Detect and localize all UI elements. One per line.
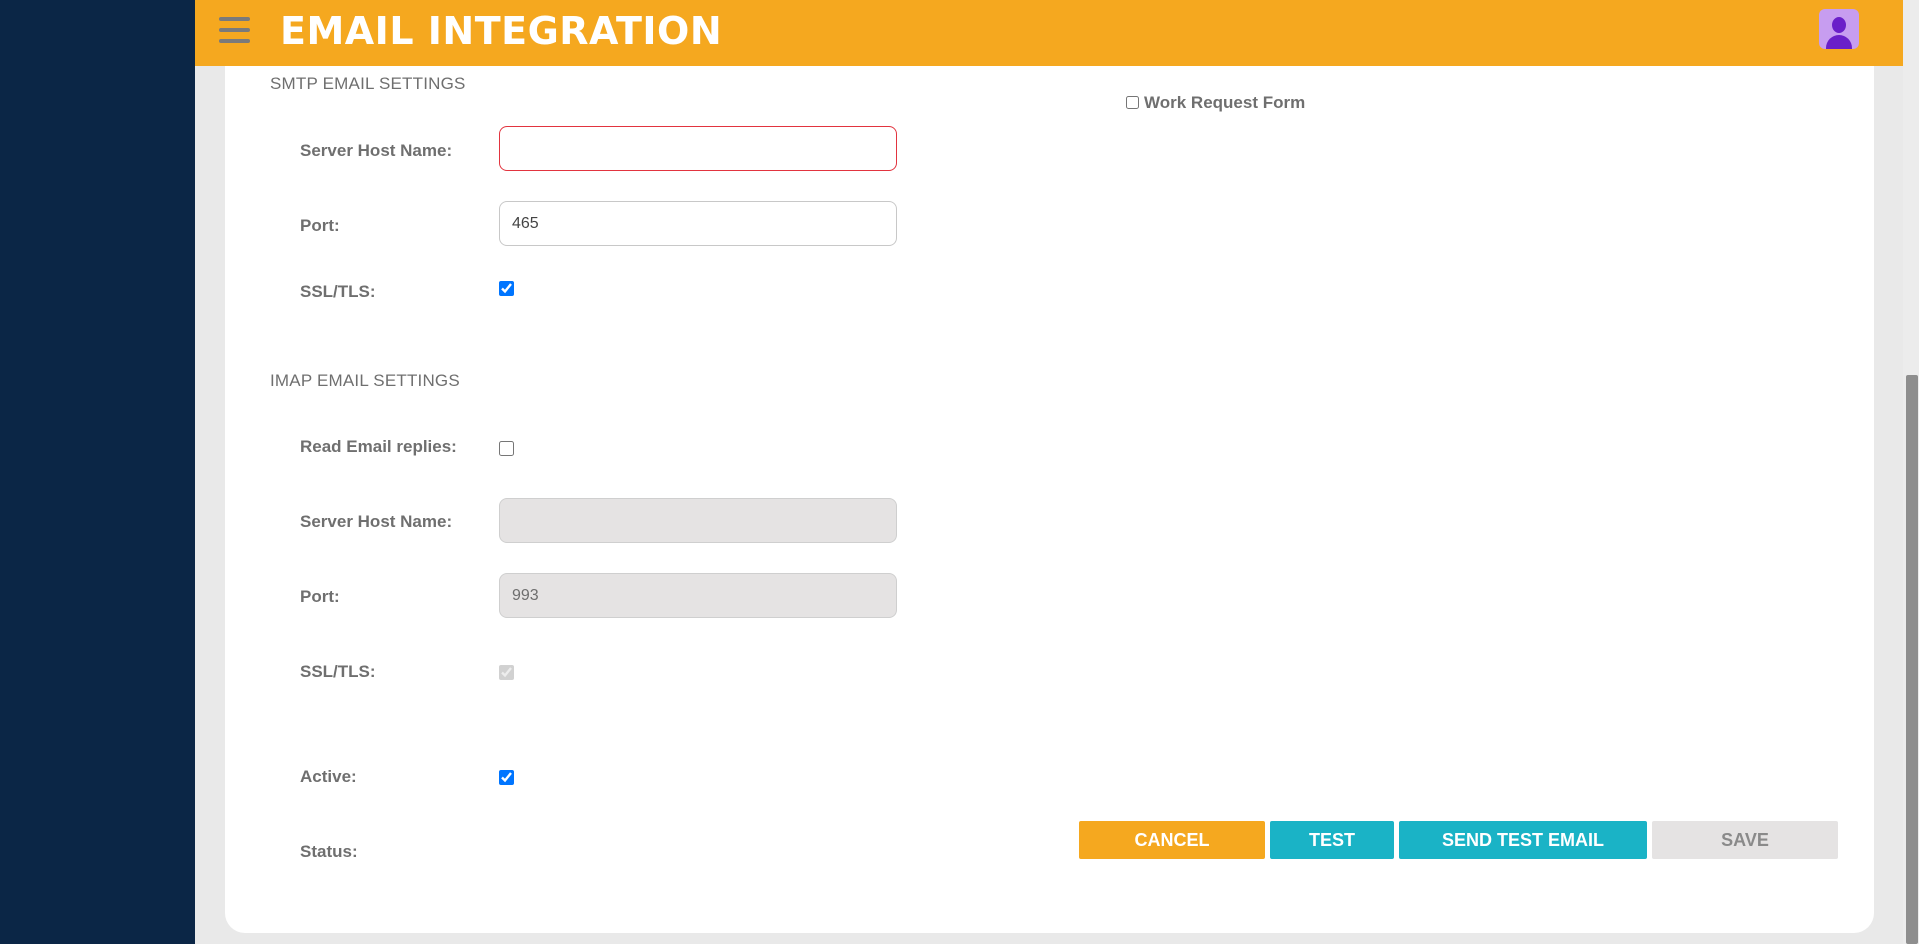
imap-ssl-checkbox[interactable] (499, 665, 514, 680)
send-test-email-button[interactable]: SEND TEST EMAIL (1399, 821, 1647, 859)
sidebar (0, 0, 195, 944)
work-request-form-label: Work Request Form (1144, 93, 1306, 112)
page-title: EMAIL INTEGRATION (280, 9, 723, 53)
smtp-ssl-checkbox[interactable] (499, 281, 514, 296)
smtp-ssl-label: SSL/TLS: (300, 282, 376, 301)
smtp-host-input[interactable] (499, 126, 897, 171)
settings-card (225, 66, 1874, 933)
menu-icon[interactable] (219, 17, 250, 45)
test-button[interactable]: TEST (1270, 821, 1394, 859)
user-avatar-icon[interactable] (1819, 9, 1859, 49)
imap-read-replies-label: Read Email replies: (300, 437, 457, 456)
smtp-host-label: Server Host Name: (300, 141, 453, 160)
active-label: Active: (300, 767, 357, 786)
smtp-section-title: SMTP EMAIL SETTINGS (270, 74, 466, 93)
smtp-port-label: Port: (300, 216, 340, 235)
top-bar: EMAIL INTEGRATION (195, 0, 1903, 66)
imap-port-input[interactable] (499, 573, 897, 618)
cancel-button[interactable]: CANCEL (1079, 821, 1265, 859)
active-checkbox[interactable] (499, 770, 514, 785)
scrollbar-thumb[interactable] (1906, 375, 1918, 944)
status-label: Status: (300, 842, 358, 861)
imap-ssl-label: SSL/TLS: (300, 662, 376, 681)
imap-read-replies-checkbox[interactable] (499, 441, 514, 456)
imap-section-title: IMAP EMAIL SETTINGS (270, 371, 460, 390)
smtp-port-input[interactable] (499, 201, 897, 246)
imap-host-label: Server Host Name: (300, 512, 453, 531)
work-request-form-checkbox[interactable] (1126, 96, 1139, 109)
imap-host-input[interactable] (499, 498, 897, 543)
imap-port-label: Port: (300, 587, 340, 606)
save-button[interactable]: SAVE (1652, 821, 1838, 859)
